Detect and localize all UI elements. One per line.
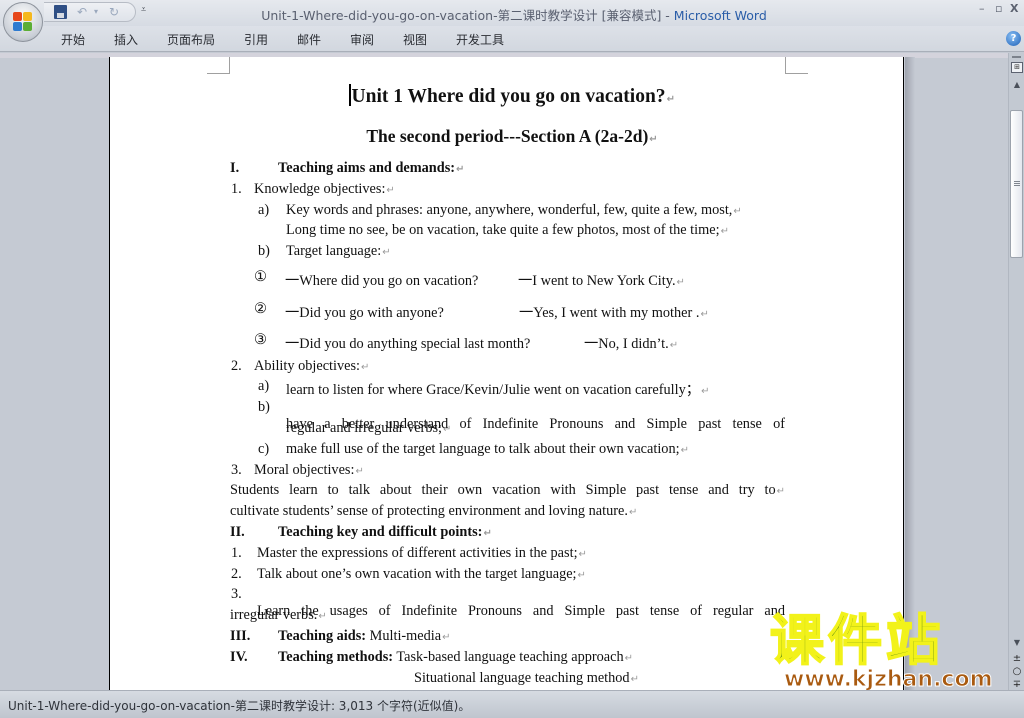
list-item: 1. Knowledge objectives:↵ bbox=[231, 181, 395, 197]
office-button[interactable] bbox=[3, 2, 43, 42]
text-cursor bbox=[349, 84, 351, 106]
help-icon[interactable]: ? bbox=[1006, 31, 1021, 46]
select-browse-object-icon[interactable]: ○ bbox=[1010, 666, 1024, 678]
paragraph-mark: ↵ bbox=[720, 226, 729, 237]
status-bar: Unit-1-Where-did-you-go-on-vacation-第二课时… bbox=[0, 690, 1024, 718]
paragraph-mark: ↵ bbox=[386, 185, 395, 196]
list-item: c) make full use of the target language … bbox=[258, 441, 689, 457]
paragraph-mark: ↵ bbox=[676, 277, 685, 288]
window-title: Unit-1-Where-did-you-go-on-vacation-第二课时… bbox=[0, 5, 1024, 24]
paragraph-mark: ↵ bbox=[442, 632, 451, 643]
paragraph-mark: ↵ bbox=[624, 653, 634, 664]
paragraph-continuation: cultivate students’ sense of protecting … bbox=[230, 503, 638, 519]
app-name: Microsoft Word bbox=[673, 8, 767, 23]
list-item: a) Key words and phrases: anyone, anywhe… bbox=[258, 202, 742, 218]
title-bar: ↶ ▾ ↻ ⩡ Unit-1-Where-did-you-go-on-vacat… bbox=[0, 0, 1024, 42]
dialog-line: ① 一Where did you go on vacation? 一I went… bbox=[254, 269, 685, 289]
tab-mailings[interactable]: 邮件 bbox=[297, 31, 321, 48]
document-subtitle[interactable]: The second period---Section A (2a-2d)↵ bbox=[0, 126, 1024, 147]
paragraph-mark: ↵ bbox=[456, 164, 465, 175]
tab-review[interactable]: 审阅 bbox=[350, 31, 374, 48]
ribbon-tabs: 开始 插入 页面布局 引用 邮件 审阅 视图 开发工具 ? bbox=[0, 26, 1024, 52]
document-name: Unit-1-Where-did-you-go-on-vacation-第二课时… bbox=[261, 8, 662, 23]
paragraph-mark: ↵ bbox=[361, 362, 370, 373]
paragraph-mark: ↵ bbox=[628, 507, 638, 518]
list-item-continuation: regular and irregular verbs;↵ bbox=[286, 420, 452, 436]
scroll-thumb[interactable] bbox=[1010, 110, 1023, 258]
paragraph-mark: ↵ bbox=[578, 549, 587, 560]
paragraph-mark: ↵ bbox=[776, 486, 785, 497]
paragraph-mark: ↵ bbox=[355, 466, 364, 477]
paragraph-mark: ↵ bbox=[733, 206, 742, 217]
minimize-button[interactable]: – bbox=[979, 2, 985, 15]
tab-references[interactable]: 引用 bbox=[244, 31, 268, 48]
tab-page-layout[interactable]: 页面布局 bbox=[167, 31, 215, 48]
dialog-line: ③ 一Did you do anything special last mont… bbox=[254, 332, 679, 352]
office-logo-icon bbox=[13, 12, 33, 32]
paragraph-mark: ↵ bbox=[700, 309, 709, 320]
title-separator: - bbox=[661, 8, 674, 23]
watermark-logo: 课件站 www.kjzhan.com bbox=[769, 609, 1010, 693]
watermark-url: www.kjzhan.com bbox=[784, 667, 994, 693]
paragraph-mark: ↵ bbox=[577, 570, 586, 581]
list-item: b) Target language:↵ bbox=[258, 243, 391, 259]
watermark-cn-text: 课件站 bbox=[769, 609, 944, 672]
paragraph-mark: ↵ bbox=[669, 340, 679, 351]
dialog-line: ② 一Did you go with anyone? 一Yes, I went … bbox=[254, 301, 709, 321]
scroll-up-arrow-icon[interactable]: ▲ bbox=[1010, 77, 1024, 93]
maximize-button[interactable]: ▫ bbox=[995, 2, 1002, 15]
list-item-continuation: Long time no see, be on vacation, take q… bbox=[286, 222, 729, 238]
tab-developer[interactable]: 开发工具 bbox=[456, 31, 504, 48]
vertical-scrollbar[interactable]: ⊞ ▲ ▼ ± ○ ∓ bbox=[1008, 53, 1024, 690]
section-heading: II. Teaching key and difficult points:↵ bbox=[230, 524, 492, 540]
list-item: 3. Moral objectives:↵ bbox=[231, 462, 364, 478]
list-item: b) have a better understand of Indefinit… bbox=[258, 399, 785, 432]
tab-view[interactable]: 视图 bbox=[403, 31, 427, 48]
tab-insert[interactable]: 插入 bbox=[114, 31, 138, 48]
paragraph: Students learn to talk about their own v… bbox=[230, 482, 785, 498]
section-continuation: Situational language teaching method↵ bbox=[414, 670, 639, 686]
list-item: 2. Talk about one’s own vacation with th… bbox=[231, 566, 586, 582]
split-handle[interactable] bbox=[1012, 56, 1021, 58]
paragraph-mark: ↵ bbox=[318, 611, 327, 622]
list-item: 2. Ability objectives:↵ bbox=[231, 358, 370, 374]
tab-home[interactable]: 开始 bbox=[61, 31, 85, 48]
close-button[interactable]: X bbox=[1010, 2, 1018, 15]
paragraph-mark: ↵ bbox=[701, 386, 710, 397]
section-heading: I. Teaching aims and demands:↵ bbox=[230, 160, 465, 176]
status-word-count[interactable]: Unit-1-Where-did-you-go-on-vacation-第二课时… bbox=[8, 697, 470, 714]
section-heading: III. Teaching aids: Multi-media↵ bbox=[230, 628, 451, 644]
previous-page-icon[interactable]: ± bbox=[1010, 653, 1024, 665]
crop-mark-top-left bbox=[207, 57, 230, 74]
document-title[interactable]: Unit 1 Where did you go on vacation?↵ bbox=[0, 84, 1024, 108]
list-item: a) learn to listen for where Grace/Kevin… bbox=[258, 378, 710, 398]
view-ruler-icon[interactable]: ⊞ bbox=[1011, 62, 1023, 73]
paragraph-mark: ↵ bbox=[630, 674, 639, 685]
list-item-continuation: irregular verbs.↵ bbox=[230, 607, 327, 623]
paragraph-mark: ↵ bbox=[483, 528, 492, 539]
paragraph-mark: ↵ bbox=[680, 445, 689, 456]
paragraph-mark: ↵ bbox=[382, 247, 391, 258]
paragraph-mark: ↵ bbox=[443, 424, 452, 435]
list-item: 3. Learn the usages of Indefinite Pronou… bbox=[231, 586, 785, 619]
section-heading: IV. Teaching methods: Task-based languag… bbox=[230, 649, 634, 665]
list-item: 1. Master the expressions of different a… bbox=[231, 545, 587, 561]
scroll-down-arrow-icon[interactable]: ▼ bbox=[1010, 636, 1024, 650]
crop-mark-top-right bbox=[785, 57, 808, 74]
